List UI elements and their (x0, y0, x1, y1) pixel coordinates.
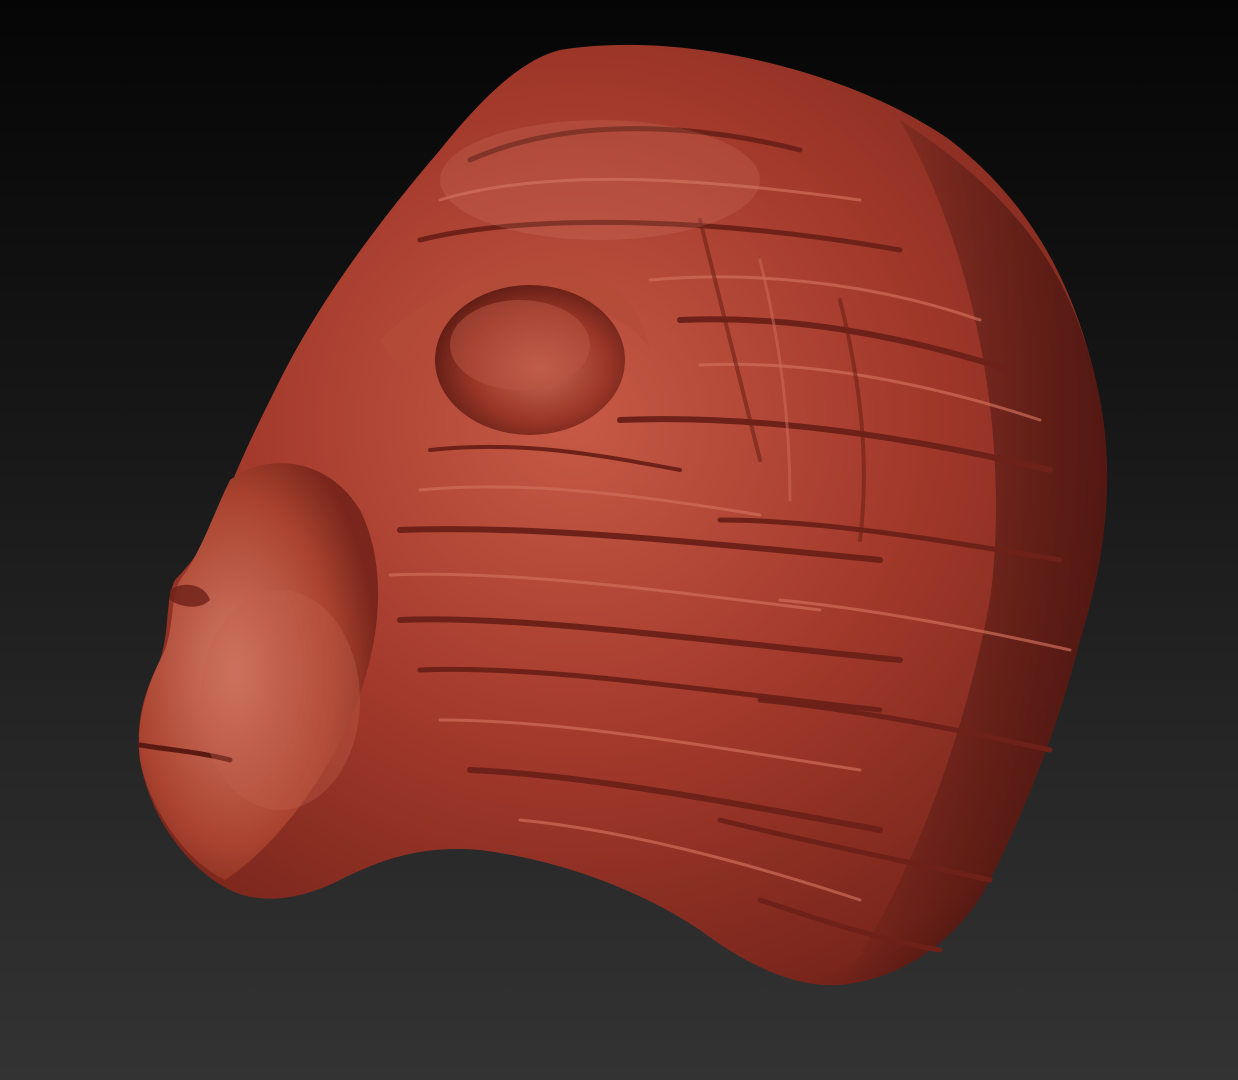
model-canvas[interactable] (0, 0, 1238, 1080)
cheek (200, 590, 360, 810)
eye-lid-highlight (450, 300, 590, 390)
forehead-highlight (440, 120, 760, 240)
sculpt-viewport[interactable] (0, 0, 1238, 1080)
